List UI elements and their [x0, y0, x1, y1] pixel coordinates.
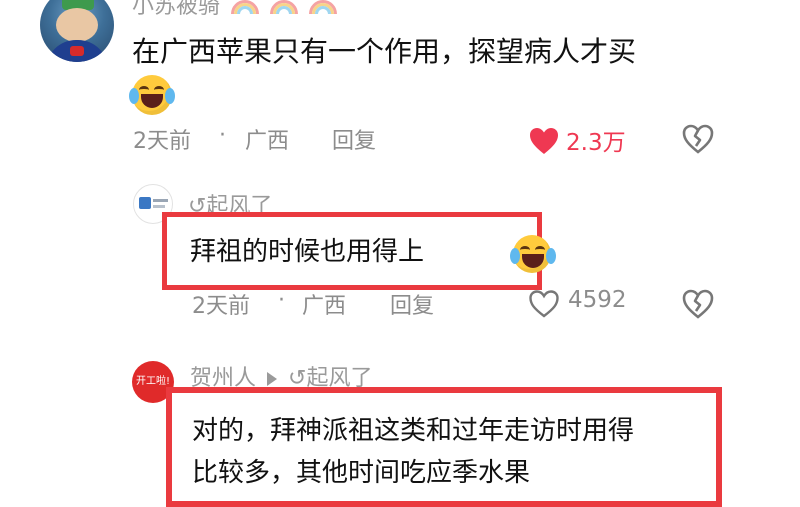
like-count: 2.3万 — [566, 130, 626, 156]
reply-text-line: 比较多，其他时间吃应季水果 — [192, 458, 531, 488]
laughing-tears-emoji-icon — [510, 235, 557, 273]
comment-text: 在广西苹果只有一个作用，探望病人才买 — [132, 35, 637, 68]
reply-location: 广西 — [302, 294, 347, 319]
rainbow-icon — [309, 0, 338, 14]
like-heart-icon[interactable] — [528, 289, 560, 319]
reply-to-arrow-icon — [267, 372, 278, 386]
commenter-username[interactable]: 小苏被骑 — [132, 0, 338, 20]
commenter-avatar[interactable] — [40, 0, 114, 62]
reply-button[interactable]: 回复 — [332, 123, 376, 155]
meta-separator: · — [278, 288, 285, 313]
like-heart-icon[interactable] — [528, 126, 560, 156]
reply-text-line: 对的，拜神派祖这类和过年走访时用得 — [192, 416, 635, 446]
reply-button[interactable]: 回复 — [390, 288, 434, 320]
reply-text: 拜祖的时候也用得上 — [190, 237, 425, 267]
comment-time: 2天前 — [133, 129, 191, 154]
dislike-broken-heart-icon[interactable] — [682, 289, 714, 319]
laughing-tears-emoji-icon — [129, 75, 175, 115]
meta-separator: · — [219, 123, 226, 148]
reply-text: 对的，拜神派祖这类和过年走访时用得 比较多，其他时间吃应季水果 — [192, 410, 712, 494]
username-text: 小苏被骑 — [132, 0, 221, 19]
rainbow-icon — [231, 0, 260, 14]
reply-time: 2天前 — [192, 294, 250, 319]
comment-location: 广西 — [245, 129, 290, 154]
dislike-broken-heart-icon[interactable] — [682, 124, 714, 154]
rainbow-icon — [270, 0, 299, 14]
like-count: 4592 — [568, 287, 627, 313]
